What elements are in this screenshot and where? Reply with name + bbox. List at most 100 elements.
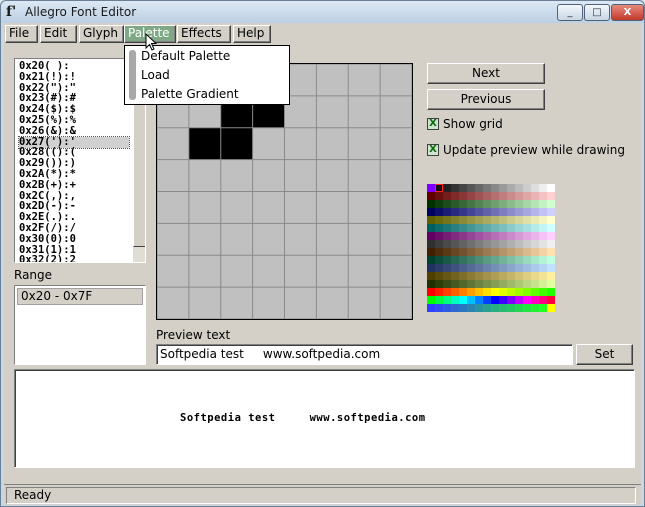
palette-swatch[interactable] <box>491 304 499 312</box>
palette-swatch[interactable] <box>443 296 451 304</box>
palette-swatch[interactable] <box>499 296 507 304</box>
palette-swatch[interactable] <box>507 200 515 208</box>
palette-swatch[interactable] <box>443 224 451 232</box>
palette-swatch[interactable] <box>427 248 435 256</box>
palette-swatch[interactable] <box>427 232 435 240</box>
palette-swatch[interactable] <box>523 280 531 288</box>
palette-swatch[interactable] <box>435 200 443 208</box>
palette-swatch[interactable] <box>539 232 547 240</box>
title-bar[interactable]: f' Allegro Font Editor _ □ X <box>1 1 644 23</box>
palette-swatch[interactable] <box>491 224 499 232</box>
palette-swatch[interactable] <box>539 184 547 192</box>
palette-swatch[interactable] <box>507 224 515 232</box>
palette-swatch[interactable] <box>475 280 483 288</box>
palette-swatch[interactable] <box>531 200 539 208</box>
palette-swatch[interactable] <box>435 216 443 224</box>
palette-swatch[interactable] <box>523 192 531 200</box>
palette-swatch[interactable] <box>451 280 459 288</box>
palette-swatch[interactable] <box>499 304 507 312</box>
palette-swatch[interactable] <box>467 296 475 304</box>
palette-swatch[interactable] <box>539 224 547 232</box>
palette-swatch[interactable] <box>547 184 555 192</box>
menu-item-load[interactable]: Load <box>141 68 170 82</box>
menu-item-default-palette[interactable]: Default Palette <box>141 49 230 63</box>
palette-swatch[interactable] <box>491 192 499 200</box>
show-grid-checkbox[interactable]: X <box>427 118 439 130</box>
palette-swatch[interactable] <box>443 272 451 280</box>
palette-swatch[interactable] <box>483 304 491 312</box>
palette-swatch[interactable] <box>507 264 515 272</box>
palette-swatch[interactable] <box>499 256 507 264</box>
palette-swatch[interactable] <box>483 224 491 232</box>
palette-swatch[interactable] <box>427 200 435 208</box>
palette-swatch[interactable] <box>547 200 555 208</box>
palette-swatch[interactable] <box>467 240 475 248</box>
palette-swatch[interactable] <box>515 240 523 248</box>
palette-swatch[interactable] <box>547 248 555 256</box>
palette-swatch[interactable] <box>475 240 483 248</box>
palette-swatch[interactable] <box>491 296 499 304</box>
palette-swatch[interactable] <box>507 280 515 288</box>
palette-swatch[interactable] <box>467 272 475 280</box>
glyph-list-item[interactable]: 0x32(2):2 <box>19 255 129 262</box>
palette-swatch[interactable] <box>499 240 507 248</box>
palette-swatch[interactable] <box>499 200 507 208</box>
palette-swatch[interactable] <box>547 232 555 240</box>
palette-swatch[interactable] <box>499 288 507 296</box>
palette-swatch[interactable] <box>459 184 467 192</box>
palette-swatch[interactable] <box>523 224 531 232</box>
palette-swatch[interactable] <box>435 280 443 288</box>
palette-swatch[interactable] <box>499 184 507 192</box>
palette-swatch[interactable] <box>491 288 499 296</box>
palette-swatch[interactable] <box>547 192 555 200</box>
palette-swatch[interactable] <box>531 248 539 256</box>
palette-swatch[interactable] <box>547 304 555 312</box>
palette-swatch[interactable] <box>443 216 451 224</box>
palette-swatch[interactable] <box>531 288 539 296</box>
palette-swatch[interactable] <box>507 248 515 256</box>
palette-swatch[interactable] <box>539 296 547 304</box>
palette-swatch[interactable] <box>547 224 555 232</box>
update-preview-checkbox[interactable]: X <box>427 144 439 156</box>
palette-swatch[interactable] <box>427 240 435 248</box>
palette-swatch[interactable] <box>451 224 459 232</box>
palette-swatch[interactable] <box>507 208 515 216</box>
palette-swatch[interactable] <box>531 224 539 232</box>
palette-swatch[interactable] <box>491 240 499 248</box>
palette-swatch[interactable] <box>451 304 459 312</box>
palette-swatch[interactable] <box>435 288 443 296</box>
minimize-button[interactable]: _ <box>557 4 583 21</box>
palette-swatch[interactable] <box>475 200 483 208</box>
palette-swatch[interactable] <box>459 216 467 224</box>
palette-swatch[interactable] <box>531 240 539 248</box>
palette-swatch[interactable] <box>491 184 499 192</box>
palette-swatch[interactable] <box>515 280 523 288</box>
palette-swatch[interactable] <box>467 256 475 264</box>
palette-swatch[interactable] <box>483 264 491 272</box>
palette-swatch[interactable] <box>491 216 499 224</box>
palette-swatch[interactable] <box>451 240 459 248</box>
palette-swatch[interactable] <box>507 272 515 280</box>
palette-swatch[interactable] <box>475 256 483 264</box>
palette-swatch[interactable] <box>435 272 443 280</box>
palette-swatch[interactable] <box>523 240 531 248</box>
palette-swatch[interactable] <box>459 192 467 200</box>
palette-swatch[interactable] <box>451 272 459 280</box>
palette-swatch[interactable] <box>475 288 483 296</box>
palette-swatch[interactable] <box>451 208 459 216</box>
palette-swatch[interactable] <box>547 280 555 288</box>
palette-swatch[interactable] <box>491 272 499 280</box>
palette-swatch[interactable] <box>483 248 491 256</box>
palette-swatch[interactable] <box>507 232 515 240</box>
palette-swatch[interactable] <box>483 192 491 200</box>
palette-swatch[interactable] <box>475 224 483 232</box>
palette-swatch[interactable] <box>483 256 491 264</box>
palette-swatch[interactable] <box>483 280 491 288</box>
palette-swatch[interactable] <box>427 256 435 264</box>
palette-swatch[interactable] <box>523 200 531 208</box>
palette-swatch[interactable] <box>531 256 539 264</box>
palette-swatch[interactable] <box>451 296 459 304</box>
palette-swatch[interactable] <box>427 280 435 288</box>
palette-swatch[interactable] <box>515 304 523 312</box>
palette-swatch[interactable] <box>523 184 531 192</box>
